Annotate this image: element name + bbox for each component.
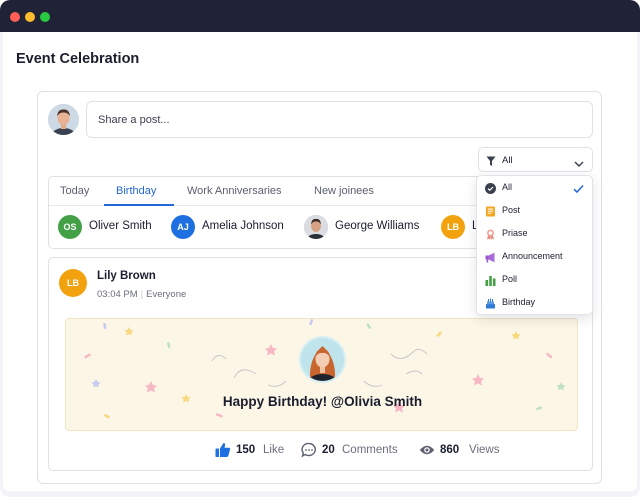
page-title: Event Celebration bbox=[16, 51, 140, 67]
person-name: George Williams bbox=[335, 220, 420, 232]
birthday-greeting: Happy Birthday! @Olivia Smith bbox=[222, 394, 423, 409]
post-time: 03:04 PM bbox=[97, 289, 138, 300]
avatar: LB bbox=[441, 215, 465, 239]
tab-today[interactable]: Today bbox=[60, 185, 89, 197]
filter-option-post[interactable]: Post bbox=[477, 199, 592, 221]
comment-count: 20 bbox=[322, 444, 335, 456]
views-counter: 860 Views bbox=[419, 442, 514, 458]
view-label: Views bbox=[469, 444, 500, 456]
funnel-icon bbox=[486, 154, 496, 172]
filter-option-label: Birthday bbox=[502, 297, 536, 307]
app-window: Event Celebration All bbox=[0, 0, 640, 497]
chevron-down-icon bbox=[574, 155, 584, 173]
birthday-banner: Happy Birthday! @Olivia Smith bbox=[65, 318, 578, 431]
checkmark-icon bbox=[573, 181, 584, 199]
close-window-button[interactable] bbox=[10, 12, 20, 22]
like-label: Like bbox=[263, 444, 285, 456]
filter-option-label: All bbox=[502, 182, 513, 192]
eye-icon bbox=[419, 442, 435, 463]
tab-work-anniversaries[interactable]: Work Anniversaries bbox=[187, 185, 282, 197]
check-circle-icon bbox=[485, 181, 496, 194]
megaphone-icon bbox=[485, 250, 496, 263]
maximize-window-button[interactable] bbox=[40, 12, 50, 22]
post-author-avatar[interactable]: LB bbox=[59, 269, 87, 297]
filter-option-all[interactable]: All bbox=[477, 176, 592, 198]
filter-option-label: Poll bbox=[502, 274, 518, 284]
poll-bars-icon bbox=[485, 273, 496, 286]
cake-icon bbox=[485, 296, 496, 309]
post-reactions: 150 Like 20 Comments 860 Views bbox=[49, 439, 592, 461]
filter-option-announcement[interactable]: Announcement bbox=[477, 245, 592, 267]
tab-new-joinees[interactable]: New joinees bbox=[314, 185, 374, 197]
avatar bbox=[304, 215, 328, 239]
current-user-avatar[interactable] bbox=[48, 104, 79, 135]
filter-selected-label: All bbox=[502, 155, 513, 166]
person-name: Oliver Smith bbox=[89, 220, 152, 232]
avatar: OS bbox=[58, 215, 82, 239]
post-author-name[interactable]: Lily Brown bbox=[97, 270, 156, 282]
filter-option-praise[interactable]: Priase bbox=[477, 222, 592, 244]
share-post-input[interactable] bbox=[86, 101, 593, 138]
avatar: AJ bbox=[171, 215, 195, 239]
like-count: 150 bbox=[236, 444, 256, 456]
thumbs-up-icon bbox=[215, 442, 231, 463]
comment-label: Comments bbox=[342, 444, 398, 456]
view-count: 860 bbox=[440, 444, 460, 456]
post-meta: 03:04 PM | Everyone bbox=[97, 289, 187, 300]
comments-button[interactable]: 20 Comments bbox=[301, 442, 411, 458]
window-titlebar bbox=[0, 0, 640, 32]
comment-icon bbox=[301, 442, 317, 463]
tab-birthday[interactable]: Birthday bbox=[116, 185, 156, 197]
minimize-window-button[interactable] bbox=[25, 12, 35, 22]
post-filter-dropdown[interactable]: All bbox=[478, 147, 593, 172]
birthday-person-avatar bbox=[299, 336, 346, 383]
filter-option-label: Announcement bbox=[502, 251, 563, 261]
post-icon bbox=[485, 204, 496, 217]
filter-option-birthday[interactable]: Birthday bbox=[477, 291, 592, 313]
filter-option-poll[interactable]: Poll bbox=[477, 268, 592, 290]
like-button[interactable]: 150 Like bbox=[215, 442, 295, 458]
person-name: Amelia Johnson bbox=[202, 220, 284, 232]
post-audience: Everyone bbox=[146, 289, 187, 300]
praise-badge-icon bbox=[485, 227, 496, 240]
filter-option-label: Post bbox=[502, 205, 521, 215]
post-filter-menu: All Post Priase Announcement Poll Birthd… bbox=[476, 175, 593, 315]
filter-option-label: Priase bbox=[502, 228, 528, 238]
